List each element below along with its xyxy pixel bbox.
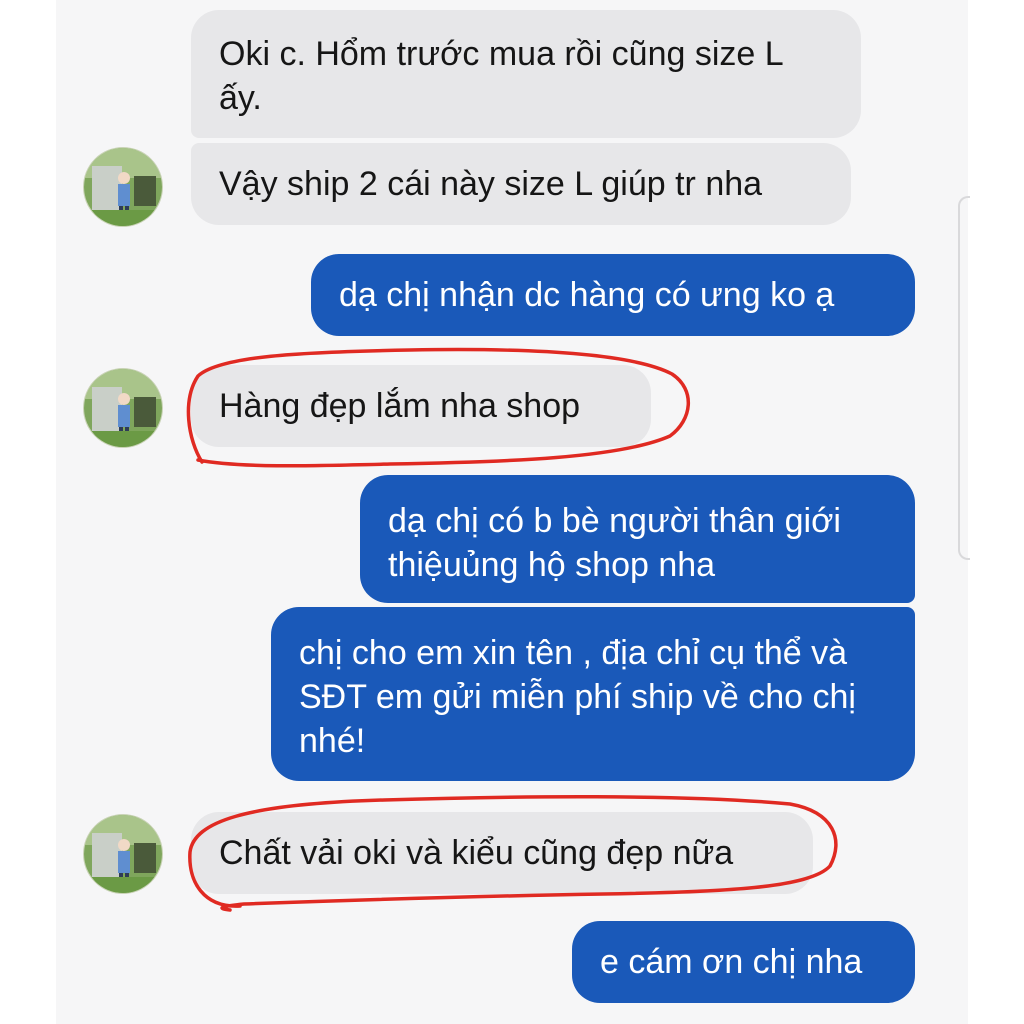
contact-avatar[interactable] — [83, 814, 163, 894]
avatar-photo-icon — [84, 815, 162, 893]
outgoing-message[interactable]: chị cho em xin tên , địa chỉ cụ thể và S… — [271, 607, 915, 781]
incoming-message[interactable]: Vậy ship 2 cái này size L giúp tr nha — [191, 143, 851, 225]
message-text: e cám ơn chị nha — [600, 943, 863, 981]
avatar-photo-icon — [84, 148, 162, 226]
incoming-message[interactable]: Hàng đẹp lắm nha shop — [191, 365, 651, 447]
scroll-indicator[interactable] — [958, 196, 970, 560]
messenger-screen: Oki c. Hổm trước mua rồi cũng size L ấy.… — [0, 0, 1024, 1024]
message-text: Hàng đẹp lắm nha shop — [219, 387, 581, 425]
message-text: Oki c. Hổm trước mua rồi cũng size L ấy. — [219, 35, 783, 117]
message-text: chị cho em xin tên , địa chỉ cụ thể và S… — [299, 634, 856, 760]
avatar-photo-icon — [84, 369, 162, 447]
incoming-message[interactable]: Chất vải oki và kiểu cũng đẹp nữa — [191, 812, 813, 894]
message-text: Vậy ship 2 cái này size L giúp tr nha — [219, 165, 763, 203]
incoming-message[interactable]: Oki c. Hổm trước mua rồi cũng size L ấy. — [191, 10, 861, 138]
outgoing-message[interactable]: e cám ơn chị nha — [572, 921, 915, 1003]
message-text: dạ chị nhận dc hàng có ưng ko ạ — [339, 276, 835, 314]
outgoing-message[interactable]: dạ chị có b bè người thân giới thiệuủng … — [360, 475, 915, 603]
message-text: Chất vải oki và kiểu cũng đẹp nữa — [219, 834, 734, 872]
contact-avatar[interactable] — [83, 368, 163, 448]
contact-avatar[interactable] — [83, 147, 163, 227]
outgoing-message[interactable]: dạ chị nhận dc hàng có ưng ko ạ — [311, 254, 915, 336]
message-text: dạ chị có b bè người thân giới thiệuủng … — [388, 502, 841, 584]
